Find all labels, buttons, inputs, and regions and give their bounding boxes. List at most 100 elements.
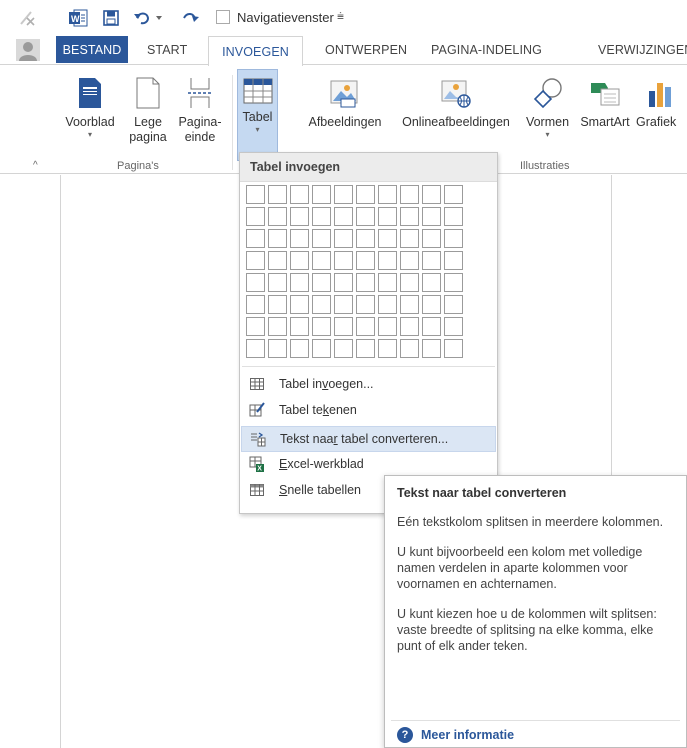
table-grid-cell[interactable] (290, 317, 309, 336)
table-grid-cell[interactable] (268, 339, 287, 358)
table-grid-cell[interactable] (422, 229, 441, 248)
tab-ontwerpen[interactable]: ONTWERPEN (325, 36, 407, 64)
table-grid-cell[interactable] (400, 207, 419, 226)
table-grid-cell[interactable] (334, 251, 353, 270)
table-grid-cell[interactable] (290, 339, 309, 358)
table-grid-cell[interactable] (378, 273, 397, 292)
save-icon[interactable] (102, 8, 120, 28)
table-grid-cell[interactable] (334, 339, 353, 358)
tab-bestand[interactable]: BESTAND (56, 36, 128, 63)
table-grid-cell[interactable] (334, 317, 353, 336)
table-grid-cell[interactable] (422, 339, 441, 358)
table-grid-cell[interactable] (444, 251, 463, 270)
table-grid-cell[interactable] (444, 229, 463, 248)
table-grid-cell[interactable] (444, 317, 463, 336)
table-grid-cell[interactable] (400, 273, 419, 292)
table-grid-cell[interactable] (400, 185, 419, 204)
table-grid-cell[interactable] (422, 185, 441, 204)
voorblad-button[interactable]: Voorblad ▾ (62, 67, 118, 140)
table-grid-cell[interactable] (246, 229, 265, 248)
table-grid-cell[interactable] (422, 207, 441, 226)
table-grid-cell[interactable] (334, 273, 353, 292)
table-grid-cell[interactable] (246, 295, 265, 314)
table-grid-cell[interactable] (312, 339, 331, 358)
redo-icon[interactable] (180, 8, 200, 28)
table-grid-cell[interactable] (268, 207, 287, 226)
tab-start[interactable]: START (147, 36, 187, 64)
table-grid-cell[interactable] (378, 317, 397, 336)
table-grid-cell[interactable] (246, 251, 265, 270)
pagina-einde-button[interactable]: Pagina- einde (172, 67, 228, 145)
table-grid-cell[interactable] (290, 295, 309, 314)
menu-item-tabel-invoegen[interactable]: Tabel invoegen... (241, 371, 496, 397)
tab-invoegen[interactable]: INVOEGEN (208, 36, 303, 66)
table-grid-cell[interactable] (334, 207, 353, 226)
lege-pagina-button[interactable]: Lege pagina (123, 67, 173, 145)
table-grid-cell[interactable] (334, 185, 353, 204)
close-doc-icon[interactable] (18, 8, 38, 28)
table-grid-cell[interactable] (290, 273, 309, 292)
table-grid-cell[interactable] (444, 295, 463, 314)
smartart-button[interactable]: SmartArt (577, 67, 633, 130)
collapse-ribbon-icon[interactable]: ^ (33, 160, 38, 171)
table-grid-cell[interactable] (268, 229, 287, 248)
table-grid-cell[interactable] (356, 295, 375, 314)
table-grid-cell[interactable] (312, 251, 331, 270)
table-grid-cell[interactable] (268, 251, 287, 270)
onlineafbeeldingen-button[interactable]: Onlineafbeeldingen (391, 67, 521, 130)
table-grid-cell[interactable] (444, 185, 463, 204)
tab-verwijzingen[interactable]: VERWIJZINGEN (598, 36, 687, 64)
table-grid-cell[interactable] (312, 207, 331, 226)
table-grid-cell[interactable] (246, 317, 265, 336)
table-grid-cell[interactable] (400, 295, 419, 314)
table-grid-cell[interactable] (378, 251, 397, 270)
nav-pane-checkbox[interactable] (216, 10, 230, 24)
table-grid-cell[interactable] (356, 251, 375, 270)
table-grid-cell[interactable] (268, 273, 287, 292)
table-grid-cell[interactable] (422, 317, 441, 336)
table-grid-cell[interactable] (422, 295, 441, 314)
table-grid-cell[interactable] (312, 317, 331, 336)
table-grid-cell[interactable] (312, 273, 331, 292)
table-grid-cell[interactable] (422, 273, 441, 292)
undo-dropdown-icon[interactable] (155, 8, 163, 28)
table-grid-cell[interactable] (422, 251, 441, 270)
table-grid-cell[interactable] (312, 229, 331, 248)
menu-item-tabel-tekenen[interactable]: Tabel tekenen (241, 397, 496, 423)
table-grid-cell[interactable] (246, 185, 265, 204)
table-grid-cell[interactable] (246, 207, 265, 226)
table-grid-cell[interactable] (312, 295, 331, 314)
table-grid-cell[interactable] (334, 295, 353, 314)
table-grid-cell[interactable] (356, 339, 375, 358)
table-grid-cell[interactable] (312, 185, 331, 204)
table-grid-cell[interactable] (356, 229, 375, 248)
table-grid-cell[interactable] (290, 229, 309, 248)
table-grid-cell[interactable] (246, 273, 265, 292)
table-grid-cell[interactable] (378, 339, 397, 358)
table-grid-cell[interactable] (290, 207, 309, 226)
table-grid-cell[interactable] (268, 185, 287, 204)
table-grid-cell[interactable] (356, 207, 375, 226)
table-grid-cell[interactable] (356, 185, 375, 204)
table-grid-cell[interactable] (400, 251, 419, 270)
table-grid-cell[interactable] (246, 339, 265, 358)
menu-item-excel-werkblad[interactable]: X Excel-werkblad (241, 451, 496, 477)
table-grid-cell[interactable] (268, 295, 287, 314)
table-grid-cell[interactable] (334, 229, 353, 248)
menu-item-tekst-naar-tabel[interactable]: Tekst naar tabel converteren... (241, 426, 496, 452)
table-grid-cell[interactable] (290, 251, 309, 270)
tab-pagina-indeling[interactable]: PAGINA-INDELING (431, 36, 542, 64)
table-grid-cell[interactable] (444, 207, 463, 226)
table-grid-cell[interactable] (444, 273, 463, 292)
table-grid-cell[interactable] (378, 295, 397, 314)
grafiek-button[interactable]: Grafiek (636, 67, 687, 130)
table-grid-cell[interactable] (356, 273, 375, 292)
table-grid-cell[interactable] (268, 317, 287, 336)
table-grid-cell[interactable] (290, 185, 309, 204)
table-grid-cell[interactable] (444, 339, 463, 358)
table-grid-cell[interactable] (378, 207, 397, 226)
table-grid-cell[interactable] (400, 339, 419, 358)
afbeeldingen-button[interactable]: Afbeeldingen (300, 67, 390, 130)
customize-qat-icon[interactable]: ⩧ (337, 9, 344, 24)
table-grid-cell[interactable] (400, 317, 419, 336)
